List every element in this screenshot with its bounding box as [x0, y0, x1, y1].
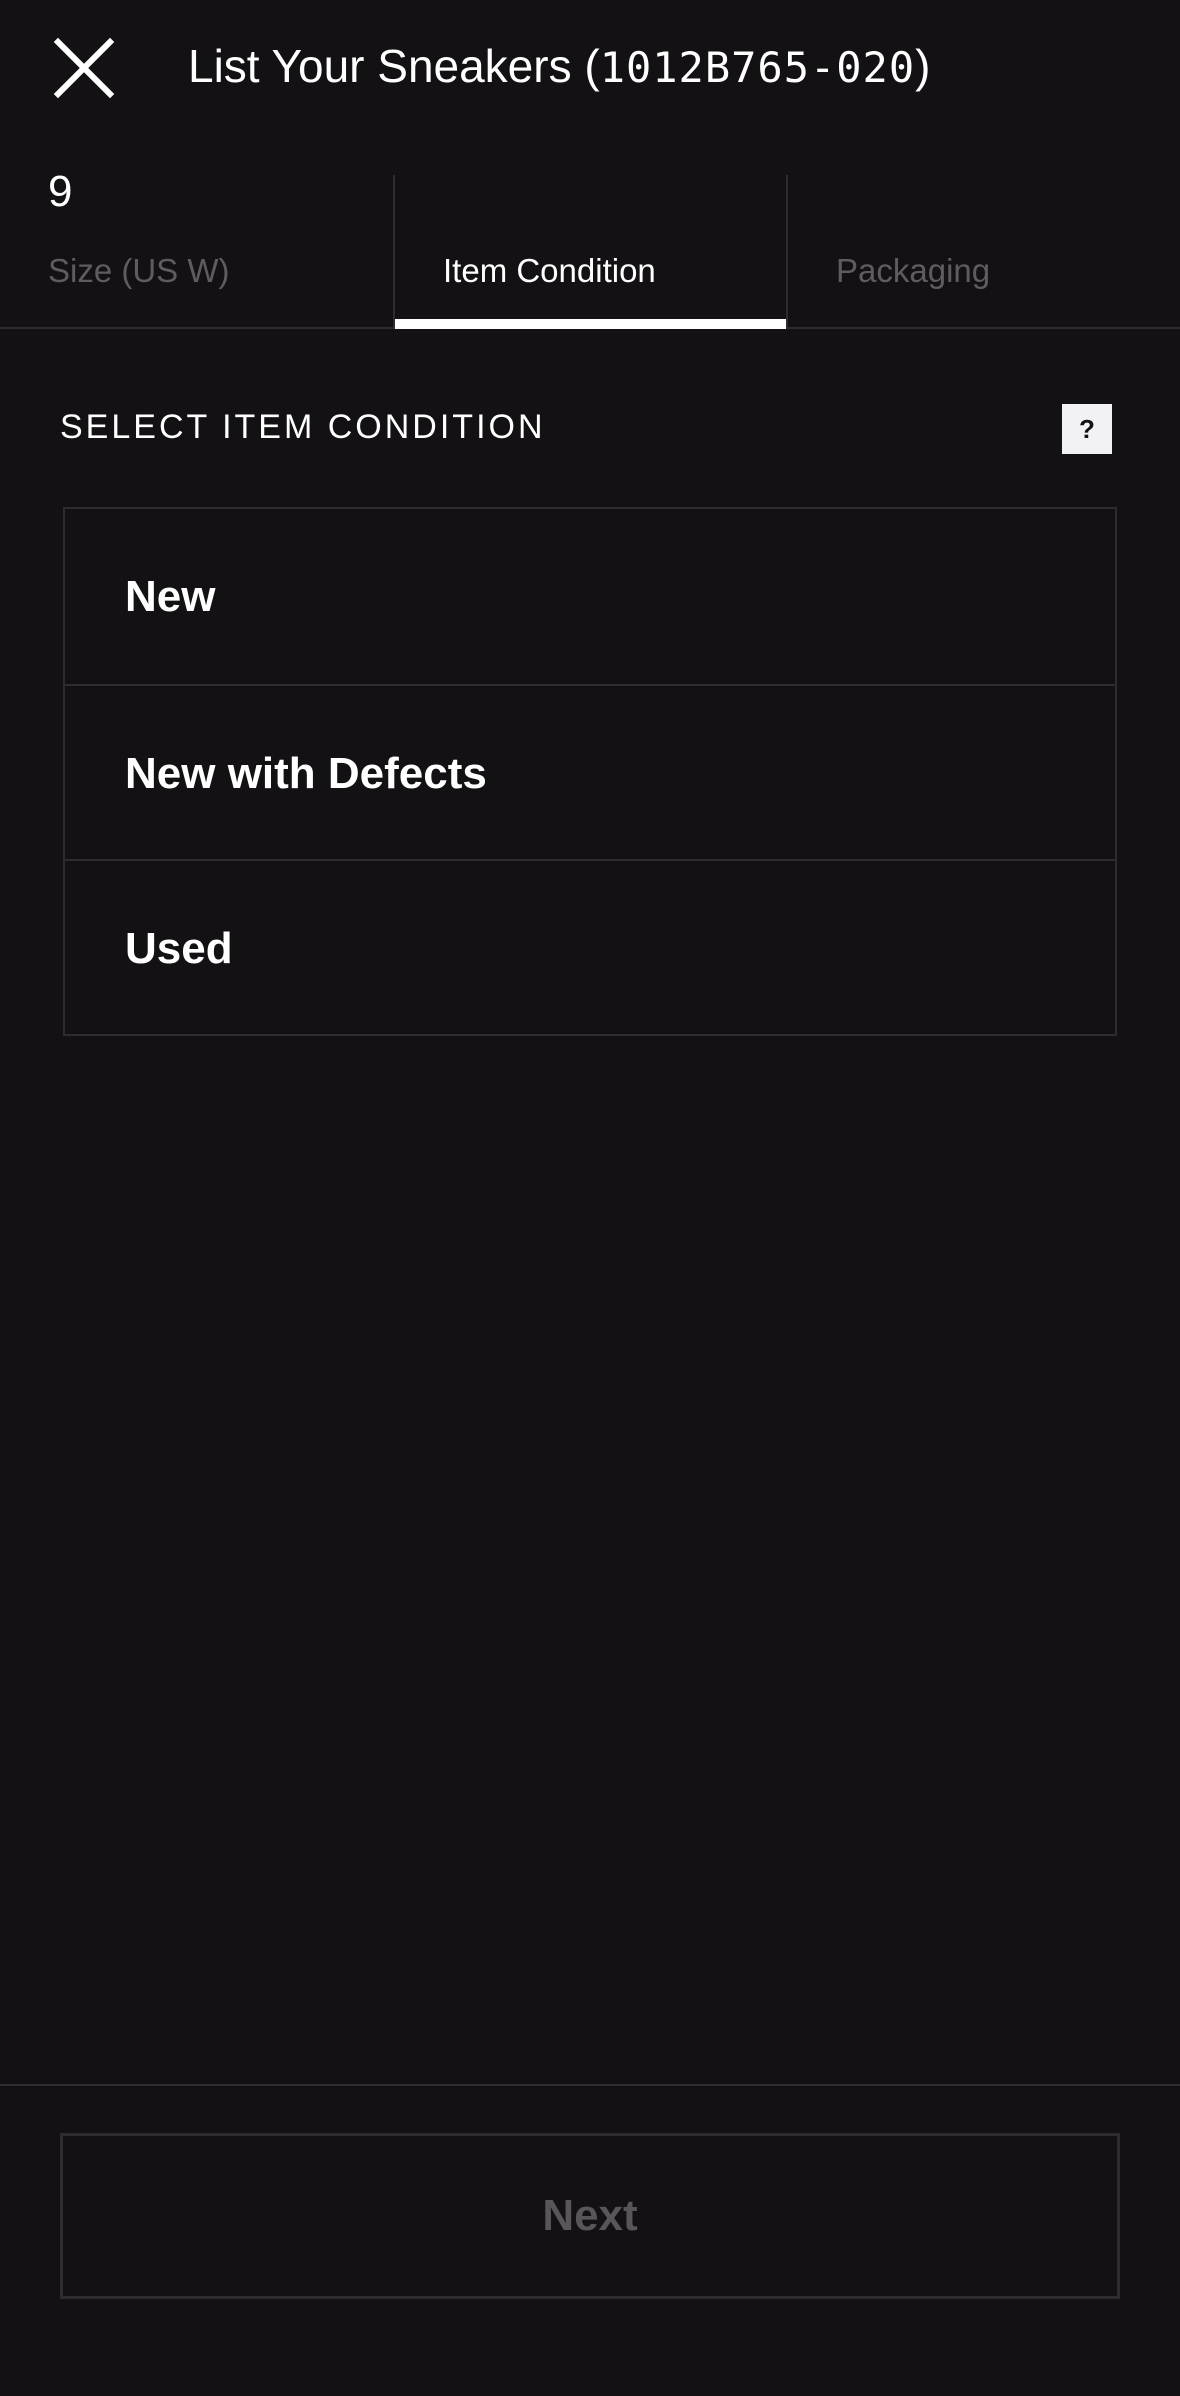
condition-option-new-with-defects[interactable]: New with Defects [65, 684, 1115, 859]
page-title-text: List Your Sneakers ( [188, 40, 600, 92]
page-title: List Your Sneakers (1012B765-020) [188, 38, 930, 96]
section-title: SELECT ITEM CONDITION [60, 408, 546, 446]
tab-size-label: Size (US W) [48, 252, 230, 289]
condition-option-new[interactable]: New [65, 509, 1115, 684]
help-button[interactable]: ? [1062, 404, 1112, 454]
tab-item-condition[interactable]: Item Condition [393, 175, 786, 329]
close-button[interactable] [52, 36, 116, 100]
tab-packaging-label: Packaging [836, 252, 991, 289]
next-button[interactable]: Next [60, 2133, 1120, 2299]
listing-steps-tabs: 9 Size (US W) Item Condition Packaging [0, 167, 1180, 329]
condition-option-used[interactable]: Used [65, 859, 1115, 1034]
app-header: List Your Sneakers (1012B765-020) [0, 0, 1180, 132]
tab-item-condition-label: Item Condition [443, 252, 656, 289]
close-icon [53, 37, 115, 99]
page-title-suffix: ) [915, 40, 931, 92]
active-tab-indicator [395, 319, 786, 329]
tab-packaging[interactable]: Packaging [786, 175, 1179, 327]
condition-options-list: New New with Defects Used [63, 507, 1117, 1036]
style-code: 1012B765-020 [599, 43, 916, 92]
tab-size-value: 9 [48, 167, 73, 216]
footer-divider [0, 2084, 1180, 2086]
tab-size[interactable]: 9 Size (US W) [0, 167, 393, 327]
